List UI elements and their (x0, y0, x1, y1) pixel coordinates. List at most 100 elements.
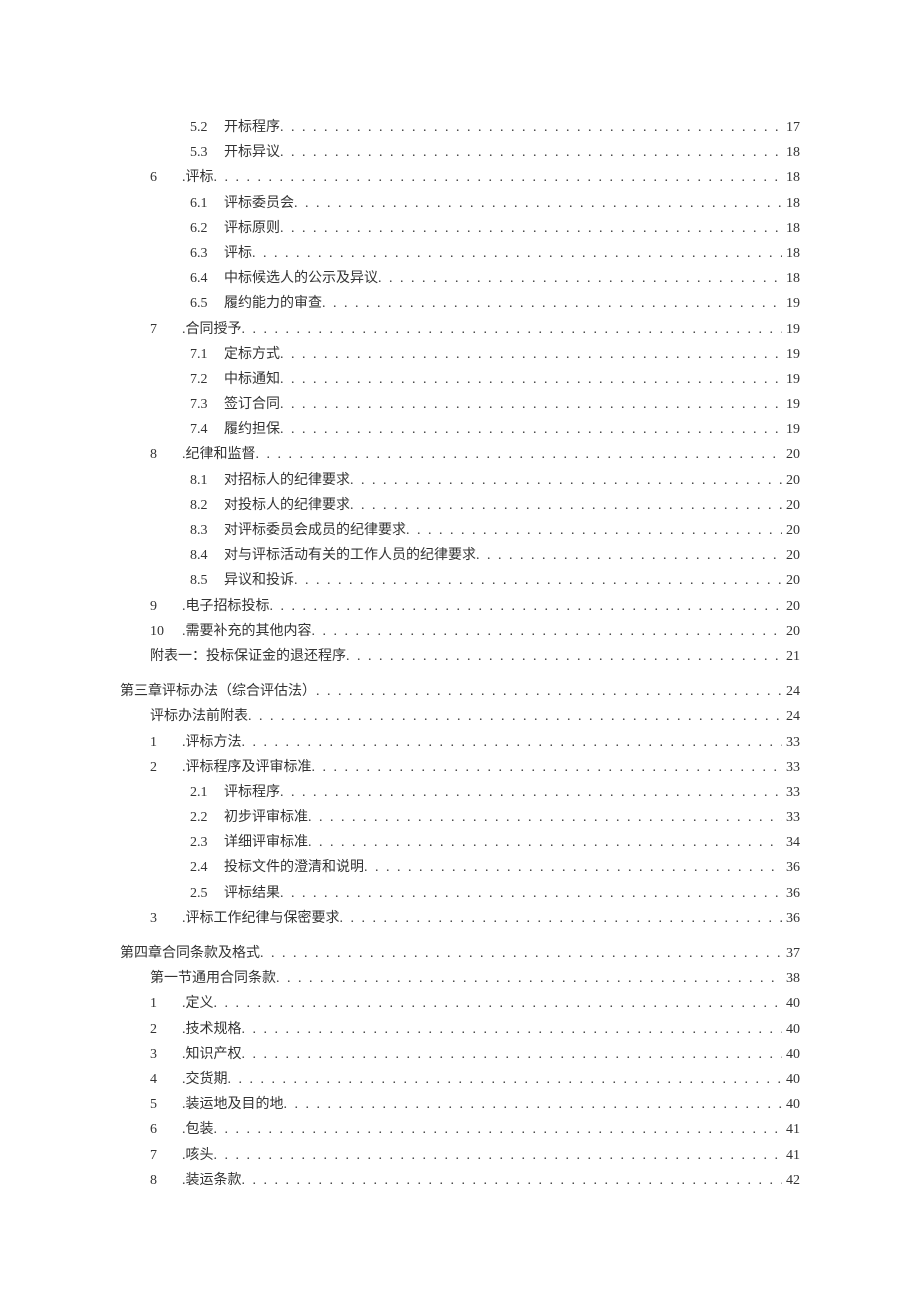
toc-label: 初步评审标准 (224, 805, 308, 830)
toc-entry: 第四章合同条款及格式37 (120, 941, 800, 966)
toc-leader (322, 291, 782, 316)
toc-leader (312, 755, 783, 780)
toc-number: 5.2 (190, 115, 210, 140)
toc-leader (280, 342, 782, 367)
toc-leader (280, 392, 782, 417)
toc-number: 7.4 (190, 417, 210, 442)
toc-leader (270, 594, 783, 619)
toc-page-number: 18 (782, 266, 800, 291)
toc-entry: 6.包装41 (120, 1117, 800, 1142)
toc-page-number: 19 (782, 317, 800, 342)
toc-number: 1 (150, 730, 170, 755)
toc-number: 4 (150, 1067, 170, 1092)
toc-entry: 2.3详细评审标准34 (120, 830, 800, 855)
toc-label: .需要补充的其他内容 (182, 619, 312, 644)
toc-label: 开标程序 (224, 115, 280, 140)
toc-leader (294, 191, 782, 216)
toc-entry: 5.装运地及目的地40 (120, 1092, 800, 1117)
toc-page-number: 19 (782, 367, 800, 392)
toc-entry: 6.评标18 (120, 165, 800, 190)
toc-number: 6 (150, 1117, 170, 1142)
toc-number: 3 (150, 906, 170, 931)
toc-label: .评标工作纪律与保密要求 (182, 906, 340, 931)
toc-page-number: 19 (782, 417, 800, 442)
toc-page-number: 40 (782, 1042, 800, 1067)
toc-entry: 3 .评标工作纪律与保密要求 36 (120, 906, 800, 931)
toc-label: .咳头 (182, 1143, 214, 1168)
toc-page-number: 18 (782, 241, 800, 266)
toc-entry: 8.5异议和投诉20 (120, 568, 800, 593)
toc-entry: 8.4对与评标活动有关的工作人员的纪律要求20 (120, 543, 800, 568)
toc-entry: 2.4投标文件的澄清和说明36 (120, 855, 800, 880)
toc-container: 5.2开标程序175.3开标异议186.评标186.1评标委员会186.2评标原… (120, 115, 800, 1193)
toc-page-number: 36 (782, 906, 800, 931)
toc-page-number: 40 (782, 991, 800, 1016)
toc-entry: 10.需要补充的其他内容20 (120, 619, 800, 644)
toc-leader (350, 493, 782, 518)
toc-entry: 8.纪律和监督20 (120, 442, 800, 467)
toc-label: 对与评标活动有关的工作人员的纪律要求 (224, 543, 476, 568)
toc-label: .知识产权 (182, 1042, 242, 1067)
toc-label: 对投标人的纪律要求 (224, 493, 350, 518)
toc-page-number: 41 (782, 1143, 800, 1168)
toc-page-number: 36 (782, 855, 800, 880)
toc-entry: 7.4履约担保19 (120, 417, 800, 442)
toc-number: 8 (150, 1168, 170, 1193)
toc-leader (406, 518, 782, 543)
toc-number: 7.3 (190, 392, 210, 417)
toc-page-number: 20 (782, 568, 800, 593)
toc-page-number: 40 (782, 1067, 800, 1092)
toc-entry: 2.5评标结果36 (120, 881, 800, 906)
toc-entry: 7.咳头41 (120, 1143, 800, 1168)
toc-number: 2.5 (190, 881, 210, 906)
toc-leader (294, 568, 782, 593)
toc-label: .装运地及目的地 (182, 1092, 284, 1117)
toc-label: .装运条款 (182, 1168, 242, 1193)
toc-leader (378, 266, 782, 291)
toc-page-number: 33 (782, 780, 800, 805)
toc-number: 2.2 (190, 805, 210, 830)
toc-leader (242, 1017, 783, 1042)
toc-entry: 1.定义40 (120, 991, 800, 1016)
toc-number: 9 (150, 594, 170, 619)
toc-leader (350, 468, 782, 493)
toc-entry: 6.3评标18 (120, 241, 800, 266)
toc-label: .技术规格 (182, 1017, 242, 1042)
toc-entry: 1.评标方法33 (120, 730, 800, 755)
toc-leader (242, 1042, 783, 1067)
toc-entry: 7.3 签订合同 19 (120, 392, 800, 417)
toc-entry: 第一节通用合同条款38 (120, 966, 800, 991)
toc-entry: 9.电子招标投标20 (120, 594, 800, 619)
toc-entry: 6.5履约能力的审查19 (120, 291, 800, 316)
toc-entry: 8.1对招标人的纪律要求20 (120, 468, 800, 493)
toc-leader (214, 165, 783, 190)
toc-label: .电子招标投标 (182, 594, 270, 619)
toc-page-number: 19 (782, 392, 800, 417)
toc-page: 5.2开标程序175.3开标异议186.评标186.1评标委员会186.2评标原… (0, 0, 920, 1301)
toc-page-number: 37 (782, 941, 800, 966)
toc-number: 8.3 (190, 518, 210, 543)
toc-entry: 3.知识产权40 (120, 1042, 800, 1067)
toc-number: 6.5 (190, 291, 210, 316)
toc-page-number: 18 (782, 140, 800, 165)
toc-label: 定标方式 (224, 342, 280, 367)
toc-entry: 8.2对投标人的纪律要求20 (120, 493, 800, 518)
toc-label: 开标异议 (224, 140, 280, 165)
toc-entry: 评标办法前附表24 (120, 704, 800, 729)
toc-label: .定义 (182, 991, 214, 1016)
toc-page-number: 40 (782, 1092, 800, 1117)
toc-leader (214, 1117, 783, 1142)
toc-page-number: 34 (782, 830, 800, 855)
toc-leader (280, 367, 782, 392)
toc-page-number: 20 (782, 493, 800, 518)
toc-leader (214, 991, 783, 1016)
toc-entry: 6.2评标原则18 (120, 216, 800, 241)
toc-number: 7.2 (190, 367, 210, 392)
toc-label: 签订合同 (224, 392, 280, 417)
toc-label: 对评标委员会成员的纪律要求 (224, 518, 406, 543)
toc-number: 2 (150, 1017, 170, 1042)
toc-label: 评标原则 (224, 216, 280, 241)
toc-number: 2.4 (190, 855, 210, 880)
toc-label: 附表一：投标保证金的退还程序 (150, 644, 346, 669)
toc-label: 履约能力的审查 (224, 291, 322, 316)
